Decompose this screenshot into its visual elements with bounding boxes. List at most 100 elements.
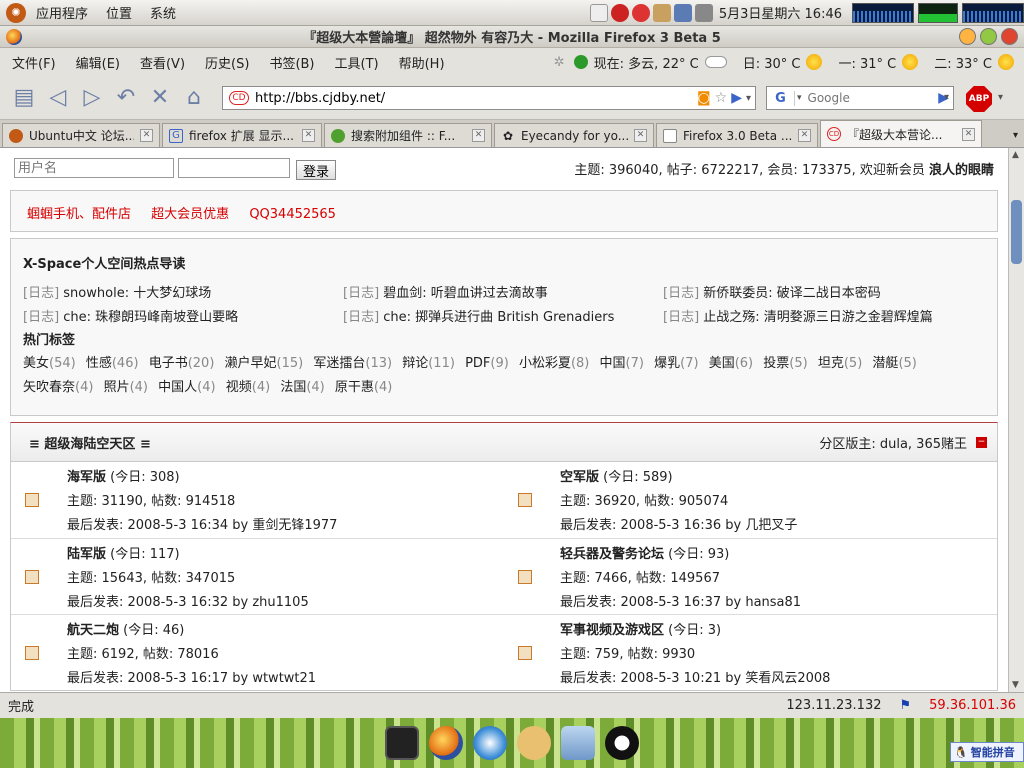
tab-close-icon[interactable]: ✕: [634, 129, 647, 142]
forum-section-title[interactable]: ≡ 超级海陆空天区 ≡: [29, 433, 151, 452]
board-last-post[interactable]: 最后发表: 2008-5-3 16:32 by zhu1105: [67, 591, 309, 615]
browser-compass-icon[interactable]: [473, 726, 507, 760]
ad-link-qq[interactable]: QQ34452565: [249, 207, 336, 222]
tab-firefox-extension[interactable]: G firefox 扩展 显示... ✕: [162, 123, 322, 147]
hot-tag-link[interactable]: 矢吹春奈(4): [23, 380, 93, 395]
password-input[interactable]: [178, 158, 290, 178]
board-name-link[interactable]: 陆军版: [67, 547, 106, 562]
blog-entry[interactable]: [日志] che: 珠穆朗玛峰南坡登山要略: [23, 306, 343, 325]
abp-dropdown-icon[interactable]: ▾: [998, 92, 1003, 103]
board-name-link[interactable]: 海军版: [67, 470, 106, 485]
input-method-indicator[interactable]: 🐧 智能拼音: [950, 742, 1024, 762]
board-name-link[interactable]: 军事视频及游戏区: [560, 623, 664, 638]
login-button[interactable]: 登录: [296, 160, 337, 180]
google-engine-icon[interactable]: G: [767, 90, 795, 106]
weather-forecast[interactable]: ✲ 现在: 多云, 22° C 日: 30° C 一: 31° C 二: 33°…: [554, 53, 1024, 72]
tab-ubuntu-forum[interactable]: Ubuntu中文 论坛... ✕: [2, 123, 160, 147]
hot-tag-link[interactable]: 法国(4): [280, 380, 324, 395]
close-button[interactable]: [1001, 28, 1018, 45]
qq-penguin-icon[interactable]: [605, 726, 639, 760]
menu-help[interactable]: 帮助(H): [391, 53, 453, 72]
search-input[interactable]: [803, 91, 939, 105]
home-button[interactable]: ⌂: [180, 84, 208, 112]
scroll-up-icon[interactable]: ▲: [1012, 150, 1019, 160]
hot-tag-link[interactable]: 中国(7): [600, 356, 644, 371]
blog-entry[interactable]: [日志] 止战之殇: 清明婺源三日游之金碧辉煌篇: [663, 306, 983, 325]
tab-close-icon[interactable]: ✕: [962, 127, 975, 141]
board-name-link[interactable]: 航天二炮: [67, 623, 119, 638]
tab-eyecandy[interactable]: ✿ Eyecandy for yo... ✕: [494, 123, 654, 147]
hot-tag-link[interactable]: 美国(6): [709, 356, 753, 371]
menu-file[interactable]: 文件(F): [4, 53, 64, 72]
reload-button[interactable]: ↶: [112, 84, 140, 112]
user-icon[interactable]: [652, 3, 671, 22]
hot-tag-link[interactable]: 濑户早妃(15): [225, 356, 304, 371]
alert-icon[interactable]: [610, 3, 629, 22]
bookmark-star-icon[interactable]: ☆: [715, 90, 728, 106]
board-last-post[interactable]: 最后发表: 2008-5-3 16:34 by 重剑无锋1977: [67, 514, 337, 538]
board-last-post[interactable]: 最后发表: 2008-5-3 16:37 by hansa81: [560, 591, 801, 615]
url-input[interactable]: [255, 90, 698, 106]
vertical-scrollbar[interactable]: ▲ ▼: [1008, 148, 1024, 692]
ubuntu-logo-icon[interactable]: ✺: [6, 2, 26, 23]
go-arrow-icon[interactable]: ▶: [731, 90, 742, 106]
folder-icon[interactable]: [561, 726, 595, 760]
scroll-down-icon[interactable]: ▼: [1012, 680, 1019, 690]
new-member-link[interactable]: 浪人的眼睛: [929, 163, 994, 178]
sidebar-icon[interactable]: ▤: [10, 84, 38, 112]
hot-tag-link[interactable]: 视频(4): [226, 380, 270, 395]
panel-menu-places[interactable]: 位置: [106, 3, 132, 22]
minimize-button[interactable]: [959, 28, 976, 45]
rss-feed-icon[interactable]: ◙: [697, 90, 711, 106]
blog-entry[interactable]: [日志] 新侨联委员: 破译二战日本密码: [663, 282, 983, 301]
menu-edit[interactable]: 编辑(E): [68, 53, 128, 72]
stop-button[interactable]: ✕: [146, 84, 174, 112]
hot-tag-link[interactable]: PDF(9): [465, 356, 509, 371]
hot-tag-link[interactable]: 中国人(4): [158, 380, 215, 395]
hot-tag-link[interactable]: 原干惠(4): [335, 380, 392, 395]
scrollbar-thumb[interactable]: [1011, 200, 1022, 264]
board-name-link[interactable]: 空军版: [560, 470, 599, 485]
terminal-icon[interactable]: [385, 726, 419, 760]
board-last-post[interactable]: 最后发表: 2008-5-3 16:36 by 几把叉子: [560, 514, 797, 538]
menu-history[interactable]: 历史(S): [197, 53, 257, 72]
blog-entry[interactable]: [日志] che: 掷弹兵进行曲 British Grenadiers: [343, 306, 663, 325]
hot-tag-link[interactable]: 性感(46): [86, 356, 139, 371]
hot-tag-link[interactable]: 电子书(20): [149, 356, 215, 371]
network-icon[interactable]: [673, 3, 692, 22]
hot-tag-link[interactable]: 爆乳(7): [654, 356, 698, 371]
blog-entry[interactable]: [日志] 碧血剑: 听碧血讲过去滴故事: [343, 282, 663, 301]
chat-mascot-icon[interactable]: [517, 726, 551, 760]
search-box[interactable]: G ▾ ▶: [766, 86, 954, 110]
ad-link-member-discount[interactable]: 超大会员优惠: [151, 207, 229, 222]
update-icon[interactable]: [631, 3, 650, 22]
panel-clock[interactable]: 5月3日星期六 16:46: [719, 3, 842, 22]
panel-menu-system[interactable]: 系统: [150, 3, 176, 22]
tab-search-addons[interactable]: 搜索附加组件 :: F... ✕: [324, 123, 492, 147]
url-dropdown-icon[interactable]: ▾: [746, 93, 751, 104]
hot-tag-link[interactable]: 照片(4): [104, 380, 148, 395]
hot-tag-link[interactable]: 小松彩夏(8): [519, 356, 589, 371]
firefox-dock-icon[interactable]: [429, 726, 463, 760]
menu-bookmarks[interactable]: 书签(B): [261, 53, 322, 72]
toggle-icon[interactable]: [589, 3, 608, 22]
hot-tag-link[interactable]: 潜艇(5): [872, 356, 916, 371]
hot-tag-link[interactable]: 辩论(11): [402, 356, 455, 371]
panel-menu-applications[interactable]: 应用程序: [36, 3, 88, 22]
collapse-icon[interactable]: −: [976, 437, 987, 448]
search-dropdown-icon[interactable]: ▾: [944, 92, 949, 103]
maximize-button[interactable]: [980, 28, 997, 45]
hot-tag-link[interactable]: 军迷擂台(13): [313, 356, 392, 371]
forward-button[interactable]: ▷: [78, 84, 106, 112]
board-name-link[interactable]: 轻兵器及警务论坛: [560, 547, 664, 562]
board-last-post[interactable]: 最后发表: 2008-5-3 10:21 by 笑看风云2008: [560, 667, 830, 691]
menu-tools[interactable]: 工具(T): [327, 53, 387, 72]
adblock-plus-icon[interactable]: ABP: [966, 86, 992, 112]
menu-view[interactable]: 查看(V): [132, 53, 193, 72]
tab-close-icon[interactable]: ✕: [472, 129, 485, 142]
hot-tag-link[interactable]: 美女(54): [23, 356, 76, 371]
username-input[interactable]: [14, 158, 174, 178]
blog-entry[interactable]: [日志] snowhole: 十大梦幻球场: [23, 282, 343, 301]
ad-link-phone-shop[interactable]: 蝈蝈手机、配件店: [27, 207, 131, 222]
tab-close-icon[interactable]: ✕: [302, 129, 315, 142]
